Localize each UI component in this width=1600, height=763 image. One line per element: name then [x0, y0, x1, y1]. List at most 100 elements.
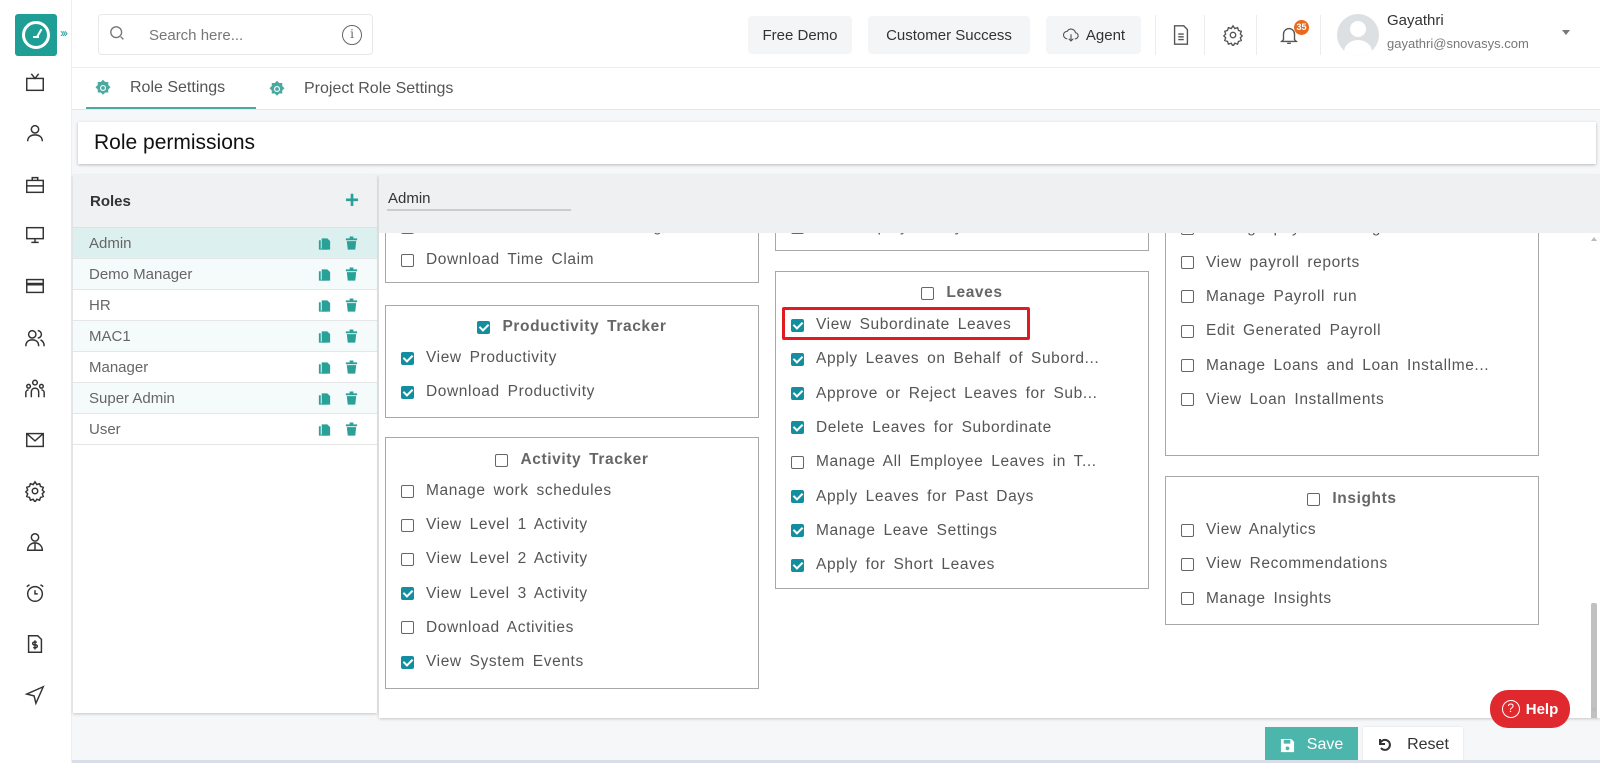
- user-icon[interactable]: [22, 120, 48, 146]
- role-row[interactable]: Admin: [73, 228, 377, 259]
- copy-icon[interactable]: [317, 390, 332, 406]
- scrollbar-thumb[interactable]: [1591, 603, 1597, 718]
- group-header[interactable]: Leaves: [776, 284, 1148, 302]
- permission-item[interactable]: Download Activities: [401, 619, 574, 637]
- permission-item[interactable]: Download Time Claim: [401, 251, 594, 269]
- permission-item[interactable]: Manage Leave Settings: [791, 522, 997, 540]
- permission-item[interactable]: Manage Loans and Loan Installme...: [1181, 357, 1489, 375]
- permission-item[interactable]: Delete Leaves for Subordinate: [791, 419, 1052, 437]
- monitor-icon[interactable]: [22, 222, 48, 248]
- checkbox[interactable]: [791, 352, 804, 366]
- invoice-dollar-icon[interactable]: [22, 631, 48, 657]
- copy-icon[interactable]: [317, 297, 332, 313]
- permission-item[interactable]: Manage All Employee Leaves in T...: [791, 453, 1097, 471]
- role-row[interactable]: MAC1: [73, 321, 377, 352]
- group-header[interactable]: Activity Tracker: [386, 451, 758, 469]
- checkbox[interactable]: [477, 320, 491, 334]
- copy-icon[interactable]: [317, 266, 332, 282]
- permission-item[interactable]: Download Productivity: [401, 383, 595, 401]
- checkbox[interactable]: [1307, 492, 1321, 506]
- checkbox[interactable]: [401, 385, 414, 399]
- role-row[interactable]: User: [73, 414, 377, 445]
- role-row[interactable]: Super Admin: [73, 383, 377, 414]
- trash-icon[interactable]: [344, 359, 359, 375]
- team-icon[interactable]: [22, 376, 48, 402]
- copy-icon[interactable]: [317, 359, 332, 375]
- tab-role-settings[interactable]: Role Settings: [86, 68, 256, 109]
- role-row[interactable]: Demo Manager: [73, 259, 377, 290]
- employee-icon[interactable]: [22, 529, 48, 555]
- checkbox[interactable]: [1181, 256, 1194, 270]
- permission-item[interactable]: View Level 1 Activity: [401, 516, 588, 534]
- copy-icon[interactable]: [317, 328, 332, 344]
- mail-icon[interactable]: [22, 427, 48, 453]
- role-name-input[interactable]: [387, 187, 571, 211]
- checkbox[interactable]: [495, 453, 509, 467]
- role-row[interactable]: Manager: [73, 352, 377, 383]
- trash-icon[interactable]: [344, 421, 359, 437]
- checkbox[interactable]: [791, 524, 804, 538]
- checkbox[interactable]: [401, 351, 414, 365]
- credit-card-icon[interactable]: [22, 273, 48, 299]
- document-icon[interactable]: [1170, 24, 1192, 46]
- gear-icon[interactable]: [22, 478, 48, 504]
- permission-item[interactable]: View System Events: [401, 653, 584, 671]
- group-header[interactable]: Productivity Tracker: [386, 318, 758, 336]
- scroll-up-arrow[interactable]: [1591, 237, 1597, 241]
- trash-icon[interactable]: [344, 297, 359, 313]
- permission-item[interactable]: View Loan Installments: [1181, 391, 1384, 409]
- group-header[interactable]: Insights: [1166, 490, 1538, 508]
- checkbox[interactable]: [791, 558, 804, 572]
- search-input[interactable]: [149, 23, 329, 47]
- permission-item[interactable]: Apply Leaves on Behalf of Subord...: [791, 350, 1099, 368]
- permission-item[interactable]: Manage work schedules: [401, 482, 612, 500]
- permission-item[interactable]: Approve or Reject Leaves for Sub...: [791, 385, 1098, 403]
- scroll-down-arrow[interactable]: [1591, 708, 1597, 712]
- checkbox[interactable]: [401, 552, 414, 566]
- info-icon[interactable]: i: [342, 25, 362, 45]
- checkbox[interactable]: [791, 318, 804, 332]
- copy-icon[interactable]: [317, 235, 332, 251]
- checkbox[interactable]: [1181, 324, 1194, 338]
- checkbox[interactable]: [1181, 523, 1194, 537]
- permission-item[interactable]: View Productivity: [401, 349, 557, 367]
- users-icon[interactable]: [22, 325, 48, 351]
- trash-icon[interactable]: [344, 235, 359, 251]
- permission-item[interactable]: Apply for Short Leaves: [791, 556, 995, 574]
- avatar[interactable]: [1337, 14, 1379, 56]
- checkbox[interactable]: [401, 621, 414, 635]
- checkbox[interactable]: [1181, 290, 1194, 304]
- checkbox[interactable]: [401, 655, 414, 669]
- app-logo[interactable]: [15, 14, 57, 56]
- checkbox[interactable]: [791, 455, 804, 469]
- checkbox[interactable]: [791, 490, 804, 503]
- permission-item[interactable]: Apply Leaves for Past Days: [791, 488, 1034, 506]
- checkbox[interactable]: [1181, 393, 1194, 407]
- permission-item[interactable]: View Subordinate Leaves: [791, 316, 1011, 334]
- trash-icon[interactable]: [344, 266, 359, 282]
- checkbox[interactable]: [1181, 557, 1194, 571]
- trash-icon[interactable]: [344, 390, 359, 406]
- checkbox[interactable]: [1181, 359, 1194, 372]
- checkbox[interactable]: [401, 253, 414, 267]
- settings-gear-icon[interactable]: [1222, 24, 1244, 48]
- copy-icon[interactable]: [317, 421, 332, 437]
- checkbox[interactable]: [791, 421, 804, 435]
- send-icon[interactable]: [22, 682, 48, 708]
- briefcase-icon[interactable]: [22, 172, 48, 198]
- role-row[interactable]: HR: [73, 290, 377, 321]
- permission-item[interactable]: View Analytics: [1181, 521, 1316, 539]
- checkbox[interactable]: [1181, 592, 1194, 606]
- agent-button[interactable]: Agent: [1046, 16, 1141, 54]
- add-role-button[interactable]: +: [345, 189, 359, 213]
- permission-item[interactable]: View Recommendations: [1181, 555, 1388, 573]
- scrollbar[interactable]: [1588, 233, 1600, 718]
- permission-item[interactable]: Manage Insights: [1181, 590, 1332, 608]
- permission-item[interactable]: Edit Generated Payroll: [1181, 322, 1381, 340]
- reset-button[interactable]: Reset: [1363, 727, 1463, 763]
- alarm-clock-icon[interactable]: [22, 580, 48, 606]
- checkbox[interactable]: [401, 518, 414, 532]
- chevrons-right-icon[interactable]: ›››: [60, 26, 68, 40]
- tab-project-role-settings[interactable]: Project Role Settings: [268, 68, 453, 109]
- save-button[interactable]: Save: [1265, 727, 1358, 763]
